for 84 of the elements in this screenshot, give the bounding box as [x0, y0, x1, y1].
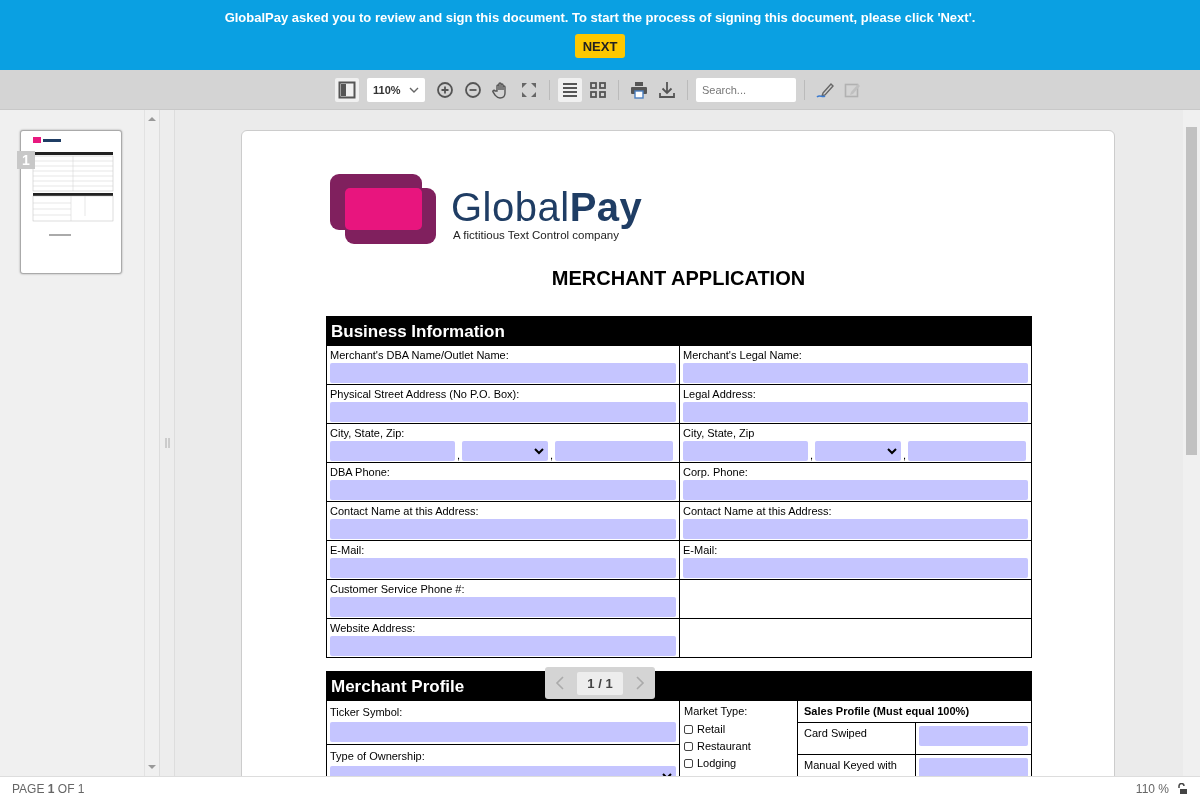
field-label: Contact Name at this Address: — [683, 505, 833, 518]
city-field[interactable] — [683, 441, 808, 461]
field-label: Website Address: — [330, 622, 417, 635]
fullscreen-icon — [520, 80, 538, 99]
search-field[interactable]: Search... — [696, 77, 796, 102]
input-field[interactable] — [683, 519, 1028, 539]
previous-page-icon[interactable] — [555, 676, 565, 690]
state-select[interactable] — [462, 441, 549, 461]
download-icon — [658, 80, 676, 99]
sidebar-icon — [338, 80, 356, 99]
option-label: Retail — [697, 723, 726, 735]
separator: , — [810, 449, 814, 461]
scrollbar[interactable] — [1183, 110, 1200, 776]
sidebar-toggle-button[interactable] — [335, 77, 359, 102]
logo-icon — [329, 173, 437, 245]
field-label: Physical Street Address (No P.O. Box): — [330, 388, 521, 401]
option-label: Restaurant — [697, 740, 751, 752]
input-field[interactable] — [683, 402, 1028, 422]
input-field[interactable] — [683, 480, 1028, 500]
input-field[interactable] — [683, 363, 1028, 383]
section-heading: Business Information — [327, 317, 1031, 346]
input-field[interactable] — [919, 726, 1028, 746]
input-field[interactable] — [330, 722, 676, 742]
grip-icon — [164, 438, 170, 448]
chevron-icon — [409, 86, 419, 93]
field-label: Customer Service Phone #: — [330, 583, 466, 596]
zoom-level: 110 % — [1135, 781, 1169, 796]
input-field[interactable] — [330, 402, 676, 422]
field-label: DBA Phone: — [330, 466, 391, 479]
field-label: Type of Ownership: — [330, 750, 426, 763]
field-label: Ticker Symbol: — [330, 706, 404, 719]
chevron-icon — [534, 447, 545, 455]
lines-icon — [561, 80, 579, 99]
grid-icon — [589, 80, 607, 99]
single-page-button[interactable] — [558, 77, 582, 102]
page-indicator: 1 / 1 — [577, 671, 623, 695]
zoom-out-icon — [464, 80, 482, 99]
brand-name: GlobalPay — [451, 185, 643, 229]
field-label: Card Swiped — [798, 723, 916, 754]
scroll-down-icon[interactable] — [148, 764, 156, 770]
option-label: Lodging — [697, 757, 737, 769]
input-field[interactable] — [330, 363, 676, 383]
field-label: Legal Address: — [683, 388, 757, 401]
input-field[interactable] — [330, 597, 676, 617]
field-label: Merchant's DBA Name/Outlet Name: — [330, 349, 510, 362]
printer-icon — [630, 80, 648, 99]
scrollbar[interactable] — [144, 110, 159, 776]
next-button[interactable]: NEXT — [574, 34, 626, 58]
field-label: E-Mail: — [683, 544, 719, 557]
field-label: City, State, Zip — [683, 427, 756, 440]
brand-tagline: A fictitious Text Control company — [453, 229, 620, 241]
state-select[interactable] — [815, 441, 902, 461]
checkbox[interactable] — [684, 741, 693, 751]
next-page-icon[interactable] — [635, 676, 645, 690]
zip-field[interactable] — [908, 441, 1027, 461]
scroll-up-icon[interactable] — [148, 116, 156, 122]
city-field[interactable] — [330, 441, 455, 461]
separator: , — [457, 449, 461, 461]
field-label: Contact Name at this Address: — [330, 505, 480, 518]
input-field[interactable] — [330, 558, 676, 578]
field-label: Market Type: — [684, 705, 749, 718]
separator: , — [903, 449, 907, 461]
field-label: City, State, Zip: — [330, 427, 406, 440]
checkbox[interactable] — [684, 758, 693, 768]
chevron-icon — [887, 447, 898, 455]
banner-message: GlobalPay asked you to review and sign this document. To start the process of signing this document, please click 'Next'. — [224, 10, 976, 25]
checkbox[interactable] — [684, 724, 693, 734]
table-heading: Sales Profile (Must equal 100%) — [798, 701, 1031, 723]
input-field[interactable] — [919, 758, 1028, 776]
field-label: Merchant's Legal Name: — [683, 349, 803, 362]
document-title: MERCHANT APPLICATION — [550, 267, 807, 290]
field-label: E-Mail: — [330, 544, 366, 557]
zip-field[interactable] — [555, 441, 674, 461]
input-field[interactable] — [330, 519, 676, 539]
field-label: Corp. Phone: — [683, 466, 749, 479]
page-count: PAGE 1 OF 1 — [12, 781, 86, 796]
zoom-select[interactable]: 110% — [367, 77, 425, 102]
input-field[interactable] — [330, 636, 676, 656]
unlock-icon — [1177, 782, 1188, 795]
pen-icon — [815, 80, 835, 99]
input-field[interactable] — [683, 558, 1028, 578]
separator: , — [550, 449, 554, 461]
input-field[interactable] — [330, 480, 676, 500]
zoom-in-icon — [436, 80, 454, 99]
